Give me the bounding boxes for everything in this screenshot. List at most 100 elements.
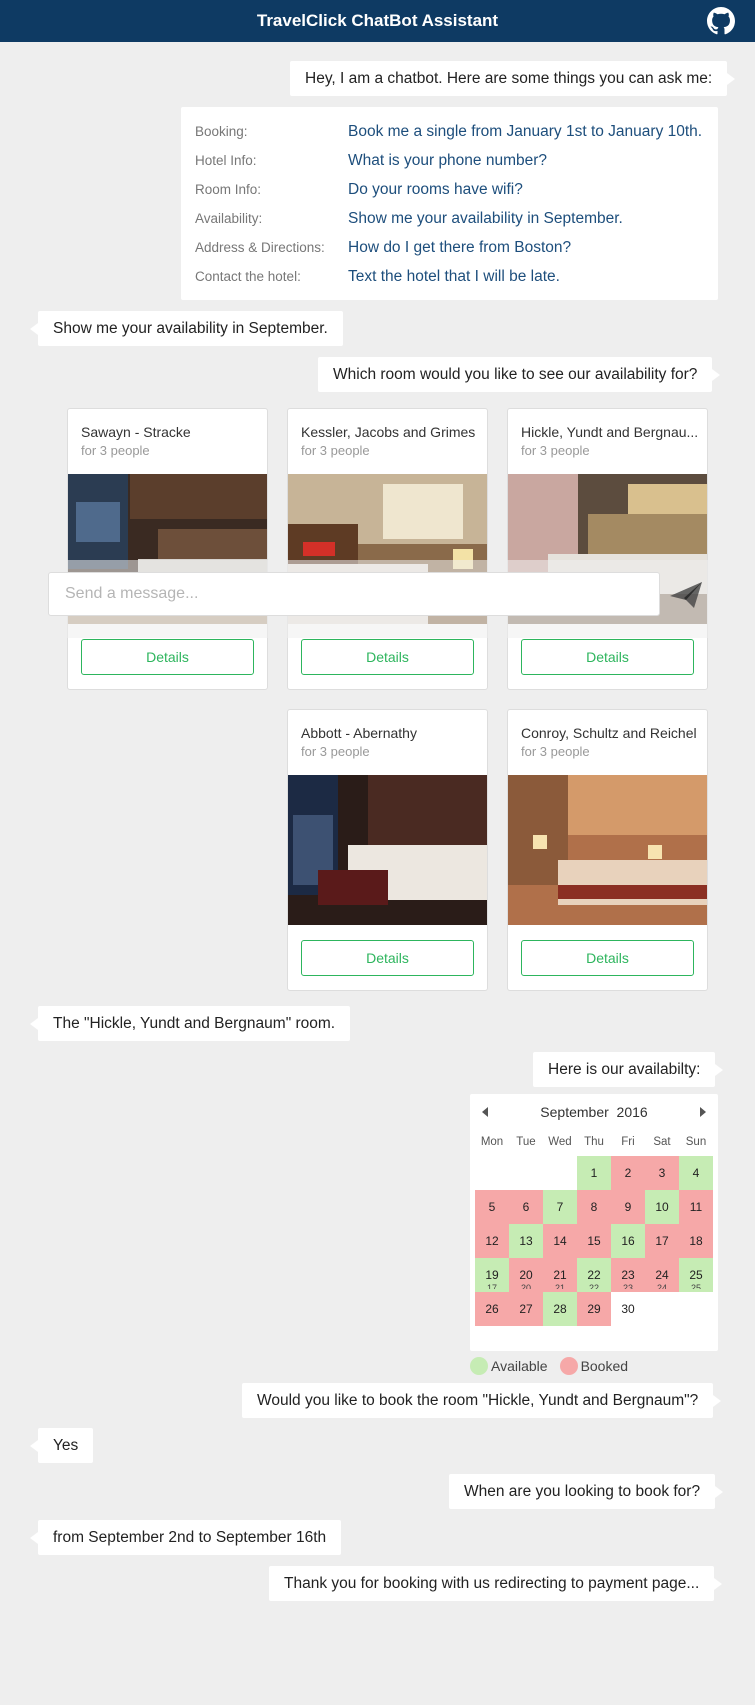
bot-message-thanks: Thank you for booking with us redirectin… (269, 1566, 723, 1601)
calendar-day[interactable]: 28 (543, 1292, 577, 1326)
details-button[interactable]: Details (521, 639, 694, 675)
calendar-day[interactable]: 15 (577, 1224, 611, 1258)
example-row: Address & Directions: How do I get there … (195, 233, 704, 262)
weekday-header: Wed (548, 1136, 572, 1148)
example-question-link[interactable]: Text the hotel that I will be late. (348, 268, 560, 286)
example-question-link[interactable]: How do I get there from Boston? (348, 239, 571, 257)
weekday-header: Sat (653, 1136, 671, 1148)
calendar-day[interactable]: 8 (577, 1190, 611, 1224)
example-label: Contact the hotel: (195, 269, 301, 284)
weekday-header: Fri (621, 1136, 635, 1148)
room-card: Conroy, Schultz and Reichel for 3 people… (507, 709, 708, 991)
app-header: TravelClick ChatBot Assistant (0, 0, 755, 42)
details-button[interactable]: Details (301, 940, 474, 976)
weekday-header: Tue (516, 1136, 536, 1148)
legend-available: Available (470, 1357, 548, 1375)
github-icon[interactable] (707, 7, 735, 35)
booked-swatch (559, 1357, 578, 1375)
calendar-day[interactable]: 1 (577, 1156, 611, 1190)
calendar-ghost-label: 24 (656, 1284, 667, 1289)
example-row: Room Info: Do your rooms have wifi? (195, 175, 704, 204)
calendar-day[interactable]: 14 (543, 1224, 577, 1258)
calendar-ghost-label: 23 (622, 1284, 633, 1289)
example-label: Hotel Info: (195, 153, 257, 168)
user-message-room: The "Hickle, Yundt and Bergnaum" room. (29, 1006, 351, 1041)
example-label: Booking: (195, 124, 248, 139)
calendar-month-year: September 2016 (470, 1104, 718, 1120)
bot-message-which-room: Which room would you like to see our ava… (318, 357, 721, 392)
availability-calendar: September 2016 Mon Tue Wed Thu Fri Sat Sun 1 2 3 4… (470, 1094, 718, 1351)
user-message-availability: Show me your availability in September. (30, 311, 343, 346)
weekday-header: Mon (480, 1136, 504, 1148)
calendar-day[interactable]: 26 (475, 1292, 509, 1326)
legend-booked: Booked (559, 1357, 628, 1375)
calendar-day[interactable]: 13 (509, 1224, 543, 1258)
example-question-link[interactable]: What is your phone number? (348, 152, 547, 170)
example-label: Address & Directions: (195, 240, 325, 255)
app-title: TravelClick ChatBot Assistant (256, 11, 499, 30)
calendar-day[interactable]: 12 (475, 1224, 509, 1258)
calendar-day[interactable]: 17 (645, 1224, 679, 1258)
calendar-ghost-label: 21 (554, 1284, 565, 1289)
calendar-legend: Available Booked (470, 1357, 640, 1375)
room-name: Abbott - Abernathy (301, 725, 417, 741)
details-button[interactable]: Details (81, 639, 254, 675)
calendar-ghost-label: 22 (588, 1284, 599, 1289)
room-card: Hickle, Yundt and Bergnau... for 3 peopl… (507, 408, 708, 690)
calendar-day[interactable]: 9 (611, 1190, 645, 1224)
room-name: Kessler, Jacobs and Grimes (301, 424, 476, 440)
available-swatch (470, 1357, 488, 1375)
bot-message-book-question: Would you like to book the room "Hickle,… (242, 1383, 722, 1418)
calendar-day[interactable]: 5 (475, 1190, 509, 1224)
calendar-day[interactable]: 30 (611, 1292, 645, 1326)
calendar-ghost-label: 20 (520, 1284, 531, 1289)
room-card: Sawayn - Stracke for 3 people Details (67, 408, 268, 690)
calendar-day[interactable]: 16 (611, 1224, 645, 1258)
example-question-link[interactable]: Show me your availability in September. (348, 210, 623, 228)
calendar-day[interactable]: 11 (679, 1190, 713, 1224)
example-question-link[interactable]: Do your rooms have wifi? (348, 181, 523, 199)
example-row: Booking: Book me a single from January 1s… (195, 117, 704, 146)
weekday-header: Thu (584, 1136, 604, 1148)
next-month-icon[interactable] (700, 1107, 706, 1117)
example-question-link[interactable]: Book me a single from January 1st to Jan… (348, 123, 702, 141)
example-row: Availability: Show me your availability i… (195, 204, 704, 233)
details-button[interactable]: Details (521, 940, 694, 976)
message-input[interactable]: Send a message... (48, 572, 660, 616)
send-icon[interactable] (664, 574, 708, 614)
calendar-day[interactable]: 6 (509, 1190, 543, 1224)
room-capacity: for 3 people (521, 443, 590, 458)
calendar-ghost-label: 17 (486, 1284, 497, 1289)
calendar-month: September (540, 1104, 609, 1120)
example-questions-panel: Booking: Book me a single from January 1s… (181, 107, 718, 300)
room-photo (508, 775, 707, 925)
calendar-day[interactable]: 29 (577, 1292, 611, 1326)
details-button[interactable]: Details (301, 639, 474, 675)
user-message-dates: from September 2nd to September 16th (29, 1520, 342, 1555)
example-label: Availability: (195, 211, 263, 226)
example-row: Hotel Info: What is your phone number? (195, 146, 704, 175)
room-capacity: for 3 people (301, 443, 370, 458)
room-capacity: for 3 people (521, 744, 590, 759)
example-row: Contact the hotel: Text the hotel that I … (195, 262, 704, 291)
calendar-ghost-label: 25 (690, 1284, 701, 1289)
calendar-day[interactable]: 4 (679, 1156, 713, 1190)
calendar-day[interactable]: 27 (509, 1292, 543, 1326)
example-label: Room Info: (195, 182, 262, 197)
room-name: Sawayn - Stracke (81, 424, 191, 440)
bot-message-intro: Hey, I am a chatbot. Here are some thing… (290, 61, 736, 96)
calendar-day[interactable]: 3 (645, 1156, 679, 1190)
room-capacity: for 3 people (81, 443, 150, 458)
bot-message-availability: Here is our availabilty: (533, 1052, 724, 1087)
room-capacity: for 3 people (301, 744, 370, 759)
room-card: Abbott - Abernathy for 3 people Details (287, 709, 488, 991)
bot-message-when: When are you looking to book for? (449, 1474, 724, 1509)
user-message-yes: Yes (29, 1428, 94, 1463)
calendar-day[interactable]: 18 (679, 1224, 713, 1258)
calendar-day[interactable]: 7 (543, 1190, 577, 1224)
legend-available-label: Available (491, 1358, 548, 1374)
calendar-day[interactable]: 2 (611, 1156, 645, 1190)
calendar-year: 2016 (616, 1104, 648, 1120)
calendar-day[interactable]: 10 (645, 1190, 679, 1224)
room-name: Hickle, Yundt and Bergnau... (521, 424, 699, 440)
